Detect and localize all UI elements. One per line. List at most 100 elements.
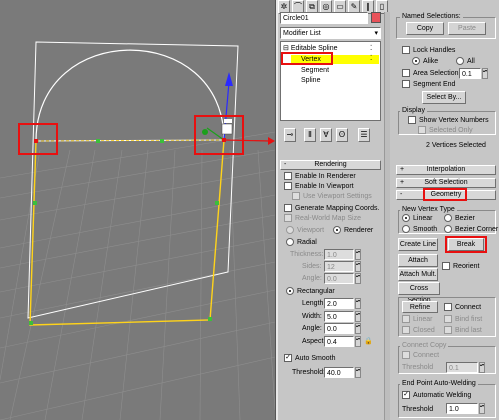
stack-item-segment[interactable]: Segment [301,66,329,75]
panel-scrollbar[interactable] [384,12,390,420]
bezier-corner-label: Bezier Corner [455,226,499,233]
enable-in-viewport-checkbox[interactable] [284,182,292,190]
aspect-field[interactable]: 0.4 [324,336,354,347]
viewport-radio[interactable] [286,226,294,234]
end-point-welding-title: End Point Auto-Welding [400,380,478,388]
interpolation-title: Interpolation [426,166,466,173]
refine-linear-checkbox[interactable] [402,315,410,323]
thickness-field[interactable]: 1.0 [324,249,354,260]
enable-in-renderer-checkbox[interactable] [284,172,292,180]
alike-label: Alike [423,58,439,65]
renderer-radio[interactable] [333,226,341,234]
lock-handles-checkbox[interactable] [402,46,410,54]
new-vertex-type-title: New Vertex Type [400,206,457,214]
rectangular-radio[interactable] [286,287,294,295]
viewport[interactable] [0,0,275,420]
connect-copy-label: Connect [413,352,440,359]
linear-radio[interactable] [402,214,410,222]
threshold-spinner[interactable]: ▴▾ [355,367,361,378]
area-selection-spinner[interactable]: ▴▾ [482,68,488,79]
reorient-checkbox[interactable] [442,262,450,270]
expand-icon: + [400,179,405,186]
auto-smooth-checkbox[interactable]: ✓ [284,354,292,362]
segment-end-checkbox[interactable] [402,80,410,88]
show-vertex-numbers-label: Show Vertex Numbers [419,117,489,124]
length-spinner[interactable]: ▴▾ [355,298,361,309]
select-by-button[interactable]: Select By... [422,91,466,104]
modifier-list-dropdown[interactable]: Modifier List ▾ [280,27,381,39]
selected-only-checkbox[interactable] [418,126,426,134]
bezier-radio[interactable] [444,214,452,222]
smooth-radio[interactable] [402,225,410,233]
closed-label: Closed [413,327,435,334]
connect-copy-title: Connect Copy [400,342,449,350]
width-spinner[interactable]: ▴▾ [355,311,361,322]
all-radio[interactable] [456,57,464,65]
connect-checkbox[interactable] [444,303,452,311]
width-field[interactable]: 5.0 [324,311,354,322]
viewport-radio-label: Viewport [297,227,325,234]
closed-checkbox[interactable] [402,326,410,334]
object-color-swatch[interactable] [371,12,381,23]
chevron-down-icon: ▾ [374,30,378,37]
bind-first-checkbox[interactable] [444,315,452,323]
stack-dots-icon: ⁚ [370,45,373,52]
interpolation-rollout-header[interactable]: + Interpolation [396,165,496,175]
generate-mapping-checkbox[interactable] [284,204,292,212]
sides-field[interactable]: 12 [324,261,354,272]
connect-copy-threshold-field[interactable]: 0.1 [446,362,478,373]
stack-item-spline[interactable]: Spline [301,76,320,85]
rendering-rollout-header[interactable]: - Rendering [280,160,381,170]
show-vertex-numbers-checkbox[interactable] [408,116,416,124]
pin-stack-icon[interactable]: ⊸ [284,128,296,142]
sides-spinner[interactable]: ▴▾ [355,261,361,272]
paste-button[interactable]: Paste [448,22,486,35]
cross-section-button[interactable]: Cross Section [398,282,440,304]
stack-dots-icon: ⁚ [370,55,373,62]
bind-last-checkbox[interactable] [444,326,452,334]
end-point-threshold-spinner[interactable]: ▴▾ [479,403,485,414]
smooth-label: Smooth [413,226,438,233]
refine-button[interactable]: Refine [402,301,438,313]
radial-radio[interactable] [286,238,294,246]
connect-copy-threshold-label: Threshold [402,364,434,371]
radial-angle-field[interactable]: 0.0 [324,273,354,284]
attach-mult-button[interactable]: Attach Mult. [398,268,438,281]
sides-label: Sides: [302,263,322,270]
area-selection-field[interactable]: 0.1 [459,68,481,79]
length-field[interactable]: 2.0 [324,298,354,309]
use-viewport-settings-checkbox[interactable] [292,192,300,200]
real-world-map-checkbox[interactable] [284,214,292,222]
connect-copy-checkbox[interactable] [402,351,410,359]
configure-sets-icon[interactable]: ☰ [358,128,370,142]
end-point-threshold-field[interactable]: 1.0 [446,403,478,414]
threshold-field[interactable]: 40.0 [324,367,354,378]
make-unique-icon[interactable]: ∀ [320,128,332,142]
thickness-spinner[interactable]: ▴▾ [355,249,361,260]
viewport-canvas[interactable] [0,0,275,420]
show-end-result-icon[interactable]: Ⅱ [304,128,316,142]
bezier-corner-radio[interactable] [444,225,452,233]
reorient-label: Reorient [453,263,480,270]
connect-copy-threshold-spinner[interactable]: ▴▾ [479,362,485,373]
collapse-icon: - [284,161,287,168]
remove-modifier-icon[interactable]: ʘ [336,128,348,142]
rect-angle-spinner[interactable]: ▴▾ [355,323,361,334]
lock-handles-label: Lock Handles [413,47,456,54]
soft-selection-rollout-header[interactable]: + Soft Selection [396,178,496,188]
aspect-spinner[interactable]: ▴▾ [355,336,361,347]
lock-aspect-icon[interactable]: 🔒 [364,337,373,346]
area-selection-checkbox[interactable] [402,69,410,77]
segment-end-label: Segment End [413,81,456,88]
auto-smooth-label: Auto Smooth [295,355,336,362]
automatic-welding-checkbox[interactable]: ✓ [402,391,410,399]
rect-angle-field[interactable]: 0.0 [324,323,354,334]
annotation-box-vertex [281,52,333,65]
radial-angle-spinner[interactable]: ▴▾ [355,273,361,284]
copy-button[interactable]: Copy [406,22,444,35]
create-line-button[interactable]: Create Line [398,238,438,251]
alike-radio[interactable] [412,57,420,65]
end-point-threshold-label: Threshold [402,406,434,413]
attach-button[interactable]: Attach [398,254,438,267]
object-name-field[interactable]: Circle01 [280,12,368,24]
